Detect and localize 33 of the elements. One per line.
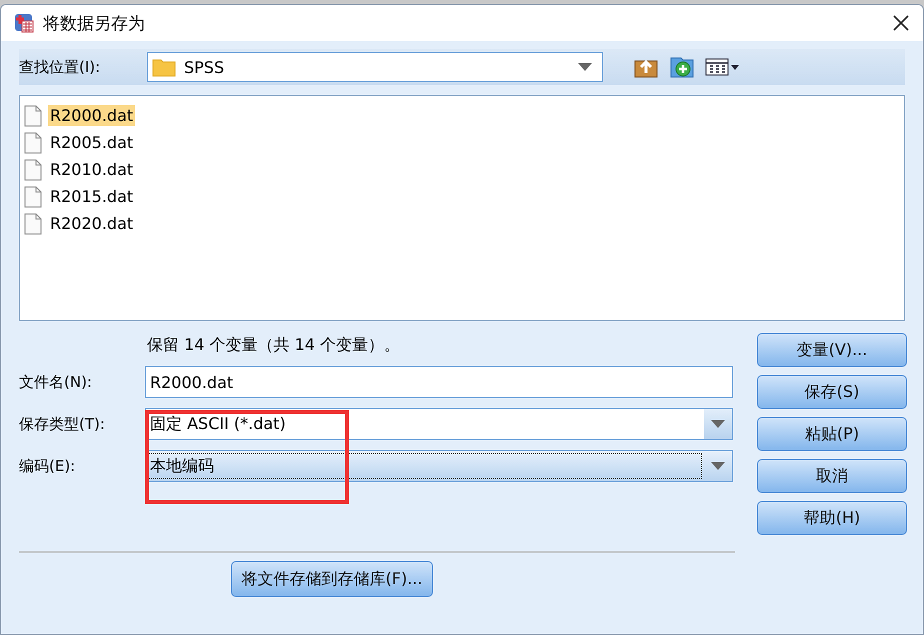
file-item[interactable]: R2005.dat (48, 132, 136, 153)
file-item[interactable]: R2020.dat (48, 213, 136, 234)
new-folder-icon[interactable] (669, 55, 695, 79)
file-icon (24, 212, 42, 234)
look-in-label: 查找位置(I): (19, 58, 102, 76)
dropdown[interactable]: 固定 ASCII (*.dat) (145, 408, 733, 440)
file-icon (24, 186, 42, 208)
view-menu-icon[interactable] (705, 57, 741, 77)
folder-icon (152, 57, 176, 77)
dialog-button[interactable]: 变量(V)... (757, 333, 907, 367)
app-icon (13, 12, 35, 34)
caret-icon (711, 420, 725, 428)
dialog-button[interactable]: 粘贴(P) (757, 417, 907, 451)
dialog-button[interactable]: 取消 (757, 459, 907, 493)
file-icon (24, 158, 42, 180)
repository-button[interactable]: 将文件存储到存储库(F)... (230, 561, 434, 597)
filename-field[interactable]: R2000.dat (145, 366, 733, 398)
field-label: 文件名(N): (19, 372, 93, 392)
look-in-dropdown[interactable]: SPSS (147, 52, 603, 82)
field-label: 保存类型(T): (19, 414, 106, 434)
caret-icon (578, 63, 592, 71)
file-icon (24, 132, 42, 154)
dialog-button[interactable]: 保存(S) (757, 375, 907, 409)
variables-note: 保留 14 个变量（共 14 个变量）。 (147, 335, 402, 356)
dialog-button[interactable]: 帮助(H) (757, 501, 907, 535)
file-item[interactable]: R2015.dat (48, 186, 136, 207)
file-icon (24, 104, 42, 126)
file-item[interactable]: R2010.dat (48, 159, 136, 180)
close-icon[interactable] (893, 15, 909, 31)
window-title: 将数据另存为 (43, 12, 146, 34)
caret-icon (711, 462, 725, 470)
field-label: 编码(E): (19, 456, 76, 476)
file-item[interactable]: R2000.dat (48, 105, 136, 126)
